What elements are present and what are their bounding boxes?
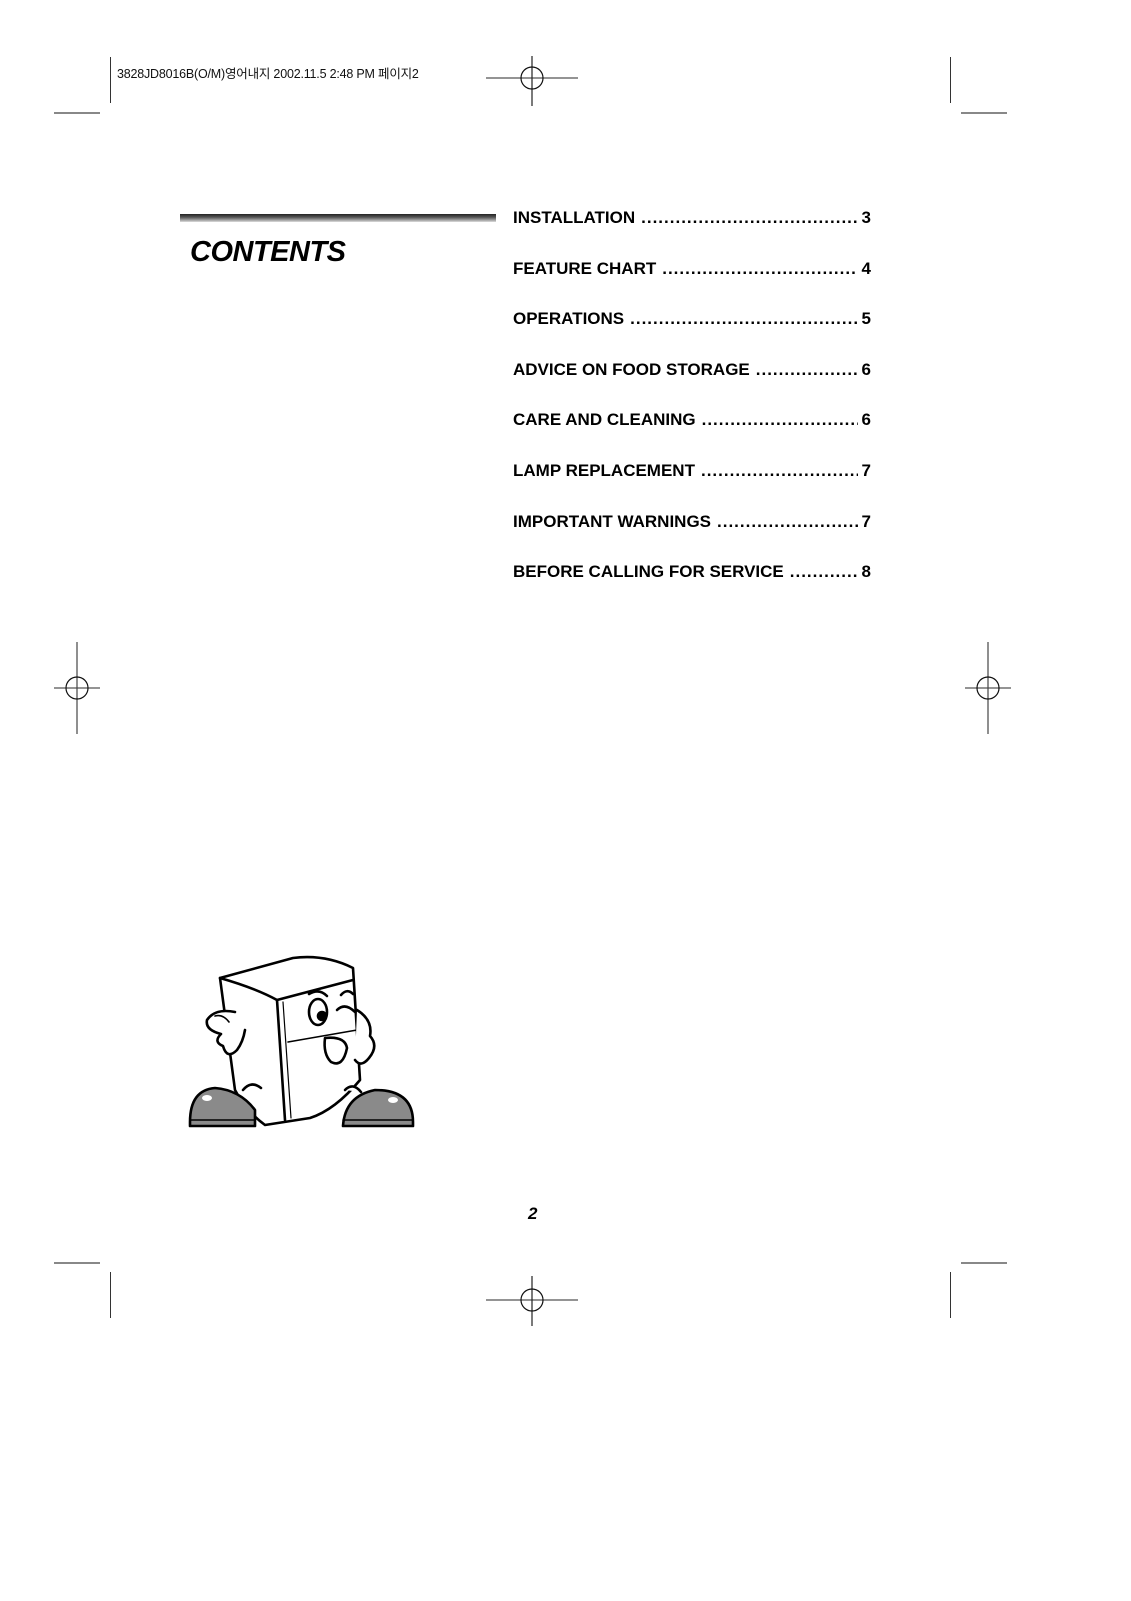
dot-leader: ........................................…	[641, 208, 858, 227]
registration-mark-bottom	[486, 1276, 578, 1326]
toc-page-number: 6	[861, 410, 871, 430]
toc-page-number: 6	[861, 359, 871, 379]
toc-entry-installation[interactable]: INSTALLATION ...........................…	[513, 208, 871, 259]
crop-mark-bottom-left-vertical	[110, 1272, 111, 1318]
dot-leader: ........................................…	[717, 511, 858, 531]
toc-page-number: 3	[861, 208, 871, 227]
dot-leader: ........................................…	[662, 258, 857, 278]
toc-label: INSTALLATION	[513, 208, 636, 227]
toc-label: LAMP REPLACEMENT	[513, 460, 695, 480]
crop-mark-top-right-horizontal	[961, 112, 1007, 114]
toc-label: BEFORE CALLING FOR SERVICE	[513, 562, 784, 582]
toc-page-number: 7	[861, 460, 871, 480]
toc-entry-feature-chart[interactable]: FEATURE CHART ..........................…	[513, 259, 871, 310]
crop-mark-bottom-right-horizontal	[961, 1262, 1007, 1264]
toc-page-number: 5	[861, 309, 871, 329]
toc-entry-advice-on-food-storage[interactable]: ADVICE ON FOOD STORAGE .................…	[513, 360, 871, 411]
crop-mark-top-left-horizontal	[54, 112, 100, 114]
crop-mark-top-left-vertical	[110, 57, 111, 103]
page-number: 2	[528, 1204, 538, 1223]
registration-mark-left	[54, 642, 100, 734]
registration-mark-right	[965, 642, 1011, 734]
refrigerator-mascot-illustration	[188, 955, 415, 1128]
dot-leader: ........................................…	[700, 460, 858, 480]
toc-label: IMPORTANT WARNINGS	[513, 511, 712, 531]
toc-label: FEATURE CHART	[513, 258, 657, 278]
toc-entry-care-and-cleaning[interactable]: CARE AND CLEANING ......................…	[513, 410, 871, 461]
toc-page-number: 8	[861, 562, 871, 582]
toc-entry-important-warnings[interactable]: IMPORTANT WARNINGS .....................…	[513, 512, 871, 563]
dot-leader: ........................................…	[789, 562, 858, 582]
registration-mark-top	[486, 56, 578, 106]
print-slug: 3828JD8016B(O/M)영어내지 2002.11.5 2:48 PM 페…	[117, 67, 419, 81]
toc-entry-lamp-replacement[interactable]: LAMP REPLACEMENT .......................…	[513, 461, 871, 512]
dot-leader: ........................................…	[701, 410, 858, 430]
toc-label: ADVICE ON FOOD STORAGE	[513, 359, 750, 379]
toc-label: OPERATIONS	[513, 309, 625, 329]
toc-page-number: 4	[861, 258, 871, 278]
crop-mark-bottom-right-vertical	[950, 1272, 951, 1318]
dot-leader: ........................................…	[755, 359, 858, 379]
crop-mark-top-right-vertical	[950, 57, 951, 103]
toc-entry-operations[interactable]: OPERATIONS .............................…	[513, 309, 871, 360]
toc-label: CARE AND CLEANING	[513, 410, 696, 430]
heading-rule	[180, 214, 496, 222]
toc-entry-before-calling-for-service[interactable]: BEFORE CALLING FOR SERVICE .............…	[513, 562, 871, 613]
page-title: CONTENTS	[190, 236, 346, 268]
dot-leader: ........................................…	[630, 309, 858, 329]
crop-mark-bottom-left-horizontal	[54, 1262, 100, 1264]
table-of-contents: INSTALLATION ...........................…	[513, 208, 871, 613]
toc-page-number: 7	[861, 511, 871, 531]
